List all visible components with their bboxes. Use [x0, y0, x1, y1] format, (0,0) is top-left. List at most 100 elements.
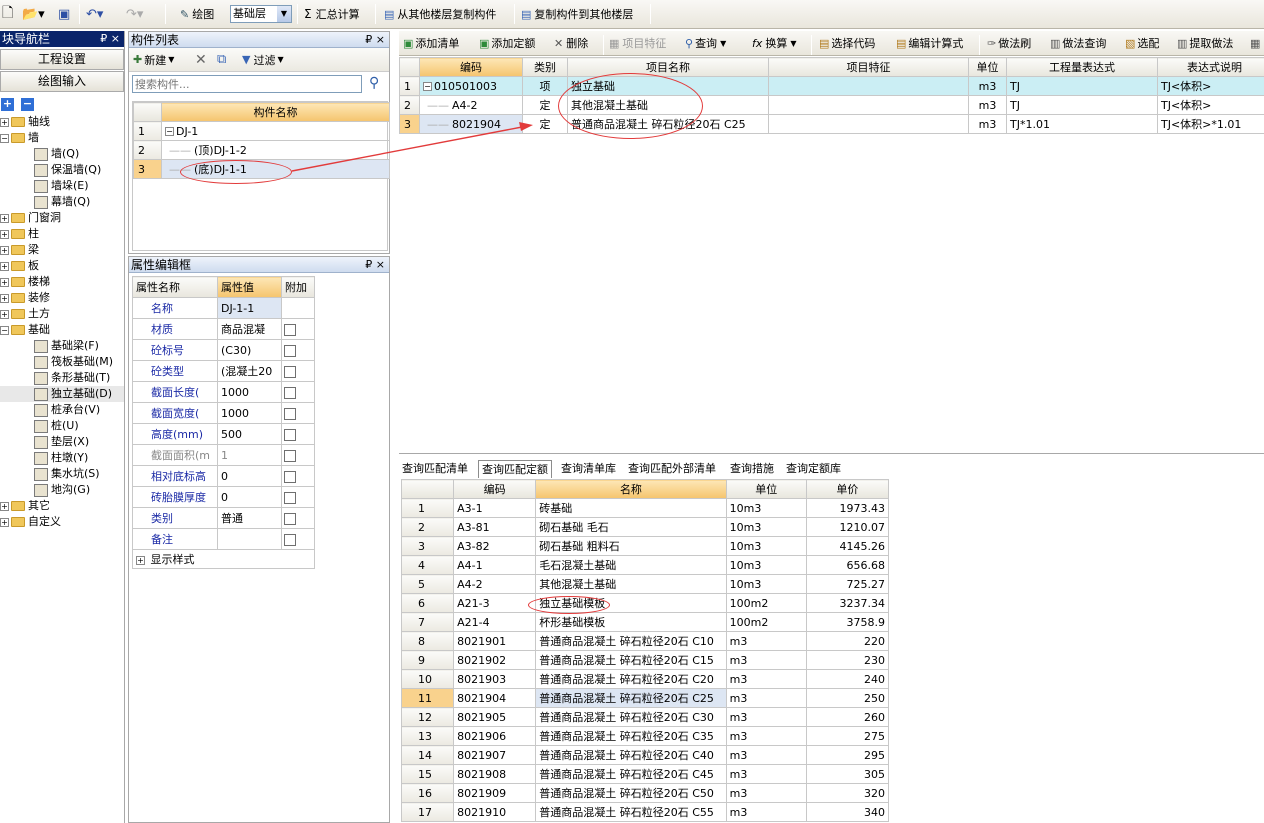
quota-code[interactable]: 8021909	[453, 783, 537, 803]
expand-icon[interactable]: +	[0, 501, 9, 511]
quota-row[interactable]: 17 8021910 普通商品混凝土 碎石粒径20石 C55 m3 340	[400, 802, 890, 822]
list-unit[interactable]: m3	[968, 95, 1007, 115]
list-expression[interactable]: TJ	[1006, 95, 1158, 115]
property-value[interactable]: 商品混凝	[217, 318, 282, 340]
quota-unit[interactable]: 10m3	[725, 555, 807, 575]
search-input[interactable]	[132, 75, 362, 93]
quota-code[interactable]: A4-2	[453, 574, 537, 594]
nav-tree-item[interactable]: + 土方	[0, 306, 124, 322]
quota-unit[interactable]: m3	[725, 650, 807, 670]
nav-tree-item[interactable]: + 其它	[0, 498, 124, 514]
open-folder-icon[interactable]: 📂▾	[22, 0, 45, 28]
quota-name[interactable]: 毛石混凝土基础	[535, 555, 727, 575]
property-row[interactable]: 砼标号 (C30)	[132, 339, 315, 361]
quota-price[interactable]: 3758.9	[805, 612, 890, 632]
quota-name[interactable]: 普通商品混凝土 碎石粒径20石 C50	[535, 783, 727, 803]
copy-from-floor-button[interactable]: ▤ 从其他楼层复制构件	[384, 0, 496, 28]
quota-name[interactable]: 普通商品混凝土 碎石粒径20石 C15	[535, 650, 727, 670]
property-value[interactable]: DJ-1-1	[217, 297, 282, 319]
nav-tree-item[interactable]: 筏板基础(M)	[0, 354, 124, 370]
property-row[interactable]: 高度(mm) 500	[132, 423, 315, 445]
item-feature-button[interactable]: ▦ 项目特征	[609, 31, 666, 55]
quota-row[interactable]: 15 8021908 普通商品混凝土 碎石粒径20石 C45 m3 305	[400, 764, 890, 784]
quota-name[interactable]: 砌石基础 粗料石	[535, 536, 727, 556]
property-row[interactable]: 砖胎膜厚度 0	[132, 486, 315, 508]
quota-name[interactable]: 普通商品混凝土 碎石粒径20石 C55	[535, 802, 727, 822]
tab-5[interactable]: 查询措施	[727, 460, 777, 478]
quota-code[interactable]: 8021905	[453, 707, 537, 727]
expand-icon[interactable]: +	[0, 245, 9, 255]
quota-code[interactable]: A3-1	[453, 498, 537, 518]
quota-unit[interactable]: m3	[725, 688, 807, 708]
quota-price[interactable]: 1210.07	[805, 517, 890, 537]
quota-row[interactable]: 5 A4-2 其他混凝土基础 10m3 725.27	[400, 574, 890, 594]
list-expression[interactable]: TJ	[1006, 76, 1158, 96]
quota-price[interactable]: 220	[805, 631, 890, 651]
nav-tree-item[interactable]: 墙(Q)	[0, 146, 124, 162]
nav-tree-item[interactable]: 幕墙(Q)	[0, 194, 124, 210]
sum-calc-button[interactable]: Σ 汇总计算	[304, 0, 360, 28]
checkbox[interactable]	[284, 323, 296, 336]
undo-icon[interactable]: ↶▾	[86, 0, 103, 28]
property-row[interactable]: 名称 DJ-1-1	[132, 297, 315, 319]
quota-price[interactable]: 656.68	[805, 555, 890, 575]
quota-code[interactable]: 8021910	[453, 802, 537, 822]
property-value[interactable]: 0	[217, 465, 282, 487]
component-name-cell[interactable]: − DJ-1	[161, 121, 390, 141]
property-value[interactable]: (C30)	[217, 339, 282, 361]
list-row[interactable]: 3 —— 8021904 定普通商品混凝土 碎石粒径20石 C25 m3 TJ*1.01 T…	[399, 114, 1264, 134]
query-button[interactable]: ⚲ 查询 ▼	[685, 31, 726, 55]
nav-tree-item[interactable]: + 梁	[0, 242, 124, 258]
collapse-icon[interactable]: −	[165, 127, 174, 136]
property-value[interactable]: (混凝土20	[217, 360, 282, 382]
checkbox[interactable]	[284, 491, 296, 504]
quota-unit[interactable]: m3	[725, 745, 807, 765]
nav-tree-item[interactable]: 集水坑(S)	[0, 466, 124, 482]
quota-name[interactable]: 普通商品混凝土 碎石粒径20石 C10	[535, 631, 727, 651]
quota-price[interactable]: 725.27	[805, 574, 890, 594]
nav-tree-item[interactable]: 柱墩(Y)	[0, 450, 124, 466]
choose-code-button[interactable]: ▤ 选择代码	[819, 31, 875, 55]
copy-to-floor-button[interactable]: ▤ 复制构件到其他楼层	[521, 0, 633, 28]
property-row[interactable]: 截面长度(1000	[132, 381, 315, 403]
draw-input-button[interactable]: 绘图输入	[0, 71, 124, 92]
add-list-button[interactable]: ▣ 添加清单	[403, 31, 459, 55]
list-unit[interactable]: m3	[968, 114, 1007, 134]
quota-row[interactable]: 8 8021901 普通商品混凝土 碎石粒径20石 C10 m3 220	[400, 631, 890, 651]
quota-name[interactable]: 普通商品混凝土 碎石粒径20石 C30	[535, 707, 727, 727]
quota-name[interactable]: 其他混凝土基础	[535, 574, 727, 594]
checkbox[interactable]	[284, 344, 296, 357]
quota-name[interactable]: 普通商品混凝土 碎石粒径20石 C25	[535, 688, 727, 708]
quota-unit[interactable]: 10m3	[725, 536, 807, 556]
expand-icon[interactable]: +	[0, 117, 9, 127]
expand-icon[interactable]: +	[0, 213, 9, 223]
quota-row[interactable]: 7 A21-4 杯形基础模板 100m2 3758.9	[400, 612, 890, 632]
property-value[interactable]: 0	[217, 486, 282, 508]
quota-code[interactable]: 8021907	[453, 745, 537, 765]
property-value[interactable]: 1000	[217, 402, 282, 424]
quota-price[interactable]: 240	[805, 669, 890, 689]
quota-price[interactable]: 275	[805, 726, 890, 746]
list-code[interactable]: —— 8021904	[419, 114, 523, 134]
quota-unit[interactable]: m3	[725, 726, 807, 746]
quota-name[interactable]: 普通商品混凝土 碎石粒径20石 C45	[535, 764, 727, 784]
checkbox[interactable]	[284, 407, 296, 420]
quota-code[interactable]: 8021903	[453, 669, 537, 689]
nav-tree-item[interactable]: + 装修	[0, 290, 124, 306]
expand-icon[interactable]: +	[0, 277, 9, 287]
expand-icon[interactable]: +	[0, 517, 9, 527]
checkbox[interactable]	[284, 512, 296, 525]
quota-code[interactable]: A4-1	[453, 555, 537, 575]
quota-price[interactable]: 320	[805, 783, 890, 803]
collapse-icon[interactable]: −	[423, 82, 432, 91]
tab-6[interactable]: 查询定额库	[783, 460, 844, 478]
quota-row[interactable]: 14 8021907 普通商品混凝土 碎石粒径20石 C40 m3 295	[400, 745, 890, 765]
tab-1[interactable]: 查询匹配清单	[399, 460, 471, 478]
quota-price[interactable]: 1973.43	[805, 498, 890, 518]
checkbox[interactable]	[284, 428, 296, 441]
list-feature[interactable]	[768, 114, 969, 134]
project-settings-button[interactable]: 工程设置	[0, 49, 124, 70]
quota-row[interactable]: 9 8021902 普通商品混凝土 碎石粒径20石 C15 m3 230	[400, 650, 890, 670]
quota-code[interactable]: A21-4	[453, 612, 537, 632]
property-value[interactable]: 1000	[217, 381, 282, 403]
